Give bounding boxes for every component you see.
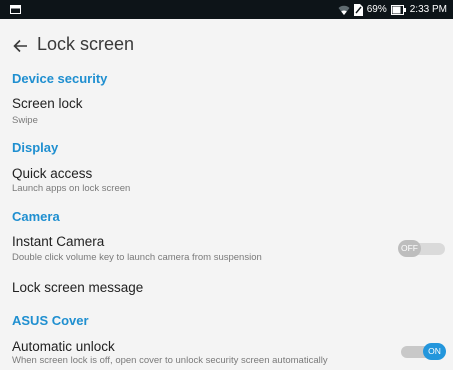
setting-title: Quick access <box>12 166 93 181</box>
status-bar: 69% 2:33 PM <box>0 0 453 19</box>
toggle-knob: OFF <box>398 240 421 257</box>
setting-automatic-unlock[interactable]: Automatic unlock When screen lock is off… <box>0 333 453 370</box>
setting-summary: Swipe <box>12 115 38 126</box>
toggle-knob: ON <box>423 343 446 360</box>
setting-title: Lock screen message <box>12 280 144 295</box>
setting-title: Automatic unlock <box>12 339 115 354</box>
section-header-camera: Camera <box>12 209 60 224</box>
section-header-device-security: Device security <box>12 71 108 86</box>
setting-quick-access[interactable]: Quick access Launch apps on lock screen <box>0 160 453 202</box>
setting-title: Screen lock <box>12 96 83 111</box>
section-header-display: Display <box>12 140 59 155</box>
setting-lock-screen-message[interactable]: Lock screen message <box>0 271 453 305</box>
page-title: Lock screen <box>37 34 135 54</box>
setting-screen-lock[interactable]: Screen lock Swipe <box>0 90 453 132</box>
clock: 2:33 PM <box>409 4 447 15</box>
app-bar: Lock screen <box>0 19 453 72</box>
automatic-unlock-toggle[interactable]: ON <box>398 343 447 360</box>
notification-icon <box>10 5 21 14</box>
instant-camera-toggle[interactable]: OFF <box>398 240 447 257</box>
setting-title: Instant Camera <box>12 234 105 249</box>
setting-summary: Double click volume key to launch camera… <box>12 252 262 263</box>
section-header-asus-cover: ASUS Cover <box>12 313 89 328</box>
status-icons: 69% 2:33 PM <box>338 3 447 16</box>
arrow-left-icon[interactable] <box>12 37 30 55</box>
battery-percent: 69% <box>366 4 387 15</box>
sim-icon <box>353 3 363 16</box>
setting-instant-camera[interactable]: Instant Camera Double click volume key t… <box>0 228 453 270</box>
setting-summary: When screen lock is off, open cover to u… <box>12 355 328 366</box>
setting-summary: Launch apps on lock screen <box>12 183 131 194</box>
wifi-icon <box>338 5 350 15</box>
battery-icon <box>390 4 406 15</box>
